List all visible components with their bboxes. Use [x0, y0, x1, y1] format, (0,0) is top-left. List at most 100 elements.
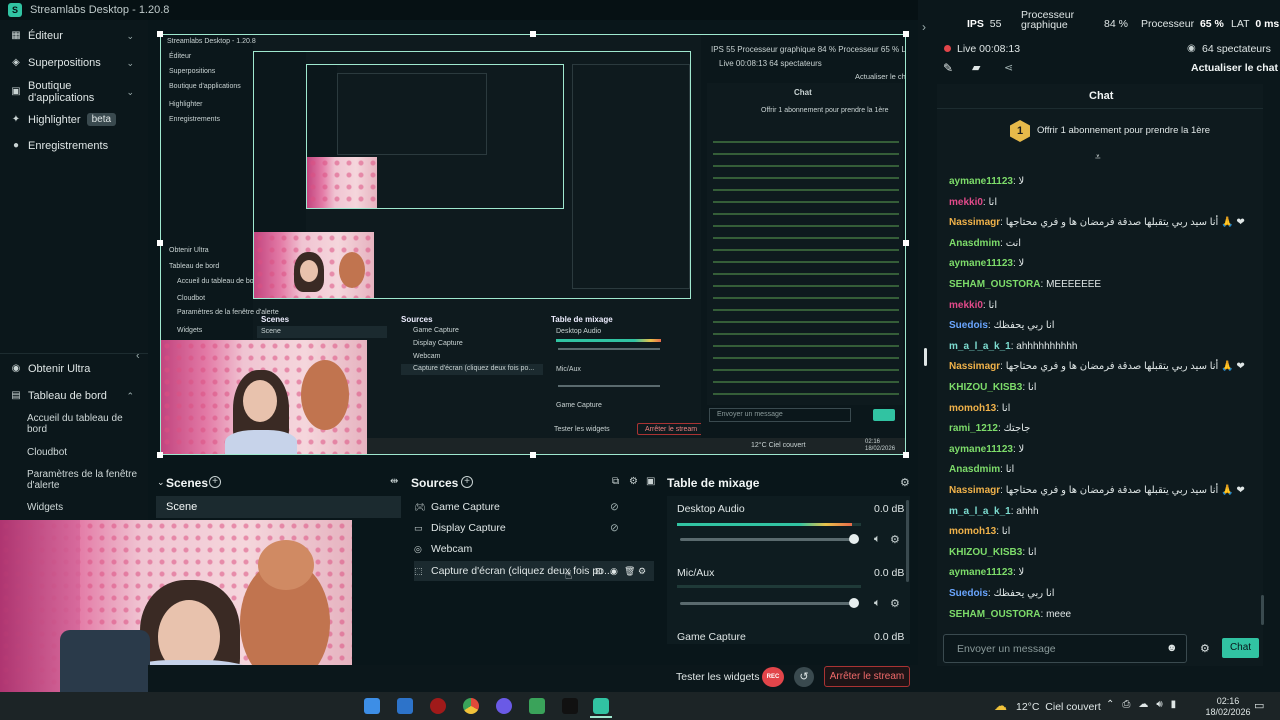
- chat-username[interactable]: SEHAM_OUSTORA: [949, 609, 1041, 620]
- add-scene-icon[interactable]: +: [209, 476, 221, 488]
- chat-username[interactable]: Nassimagr: [949, 485, 1000, 496]
- chat-username[interactable]: Anasdmim: [949, 238, 1000, 249]
- chat-username[interactable]: m_a_l_a_k_1: [949, 341, 1011, 352]
- hidden-eye-icon[interactable]: ⊘: [610, 522, 619, 534]
- share-icon[interactable]: ⋖: [1004, 61, 1013, 74]
- record-button[interactable]: REC: [762, 667, 784, 687]
- scene-item[interactable]: Scene: [156, 496, 401, 518]
- outlook-icon[interactable]: [397, 698, 413, 714]
- source-item-screen-capture[interactable]: ⬚ Capture d'écran (cliquez deux fois po.…: [414, 561, 654, 581]
- resize-handle[interactable]: [157, 31, 163, 37]
- chat-username[interactable]: momoh13: [949, 403, 996, 414]
- resize-handle[interactable]: [157, 452, 163, 458]
- chat-username[interactable]: aymane11123: [949, 258, 1013, 269]
- chat-username[interactable]: m_a_l_a_k_1: [949, 506, 1011, 517]
- chrome-icon[interactable]: [463, 698, 479, 714]
- start-icon[interactable]: [364, 698, 380, 714]
- chat-settings-icon[interactable]: ⚙: [1200, 642, 1210, 655]
- edit-icon[interactable]: ✎: [943, 61, 953, 75]
- nested-text: Desktop Audio: [556, 328, 602, 335]
- trash-icon[interactable]: 🗑︎: [624, 566, 635, 577]
- source-item-display-capture[interactable]: ▭ Display Capture ⊘: [414, 518, 654, 538]
- mixer-scrollbar[interactable]: [906, 500, 909, 582]
- resize-handle[interactable]: [903, 240, 909, 246]
- tiktok-icon[interactable]: [562, 698, 578, 714]
- stream-preview[interactable]: Streamlabs Desktop - 1.20.8 Éditeur Supe…: [160, 34, 906, 455]
- chat-username[interactable]: Anasdmim: [949, 464, 1000, 475]
- emoji-icon[interactable]: ☻: [1166, 642, 1178, 654]
- chat-username[interactable]: SEHAM_OUSTORA: [949, 279, 1041, 290]
- chat-username[interactable]: momoh13: [949, 526, 996, 537]
- resize-handle[interactable]: [903, 452, 909, 458]
- sidebar-item-overlays[interactable]: ◈ Superpositions ⌄: [10, 57, 134, 69]
- panel-resize-grip[interactable]: [924, 348, 927, 366]
- source-folder-icon[interactable]: ▣: [646, 476, 655, 487]
- resize-handle[interactable]: [157, 240, 163, 246]
- resize-handle[interactable]: [903, 31, 909, 37]
- sidebar-item-ultra[interactable]: ◉ Obtenir Ultra: [10, 363, 134, 375]
- sidebar-sub-widgets[interactable]: Widgets: [27, 502, 143, 513]
- source-item-webcam[interactable]: ◎ Webcam: [414, 539, 654, 559]
- eye-icon: ◉: [1187, 43, 1196, 54]
- gear-icon[interactable]: ⚙: [890, 597, 900, 610]
- sidebar-item-dashboard[interactable]: ▤ Tableau de bord ⌃: [10, 390, 134, 402]
- source-group-icon[interactable]: ⧉: [612, 476, 619, 487]
- chat-username[interactable]: Nassimagr: [949, 361, 1000, 372]
- volume-slider[interactable]: [680, 598, 860, 608]
- volume-slider[interactable]: [680, 534, 860, 544]
- gear-icon[interactable]: ⚙: [890, 533, 900, 546]
- sidebar-item-editor[interactable]: ▦ Éditeur ⌄: [10, 30, 134, 42]
- sidebar-item-highlighter[interactable]: ✦ Highlighter beta: [10, 113, 134, 126]
- resize-handle[interactable]: [530, 452, 536, 458]
- add-source-icon[interactable]: +: [461, 476, 473, 488]
- mixer-channel-name: Desktop Audio: [677, 503, 745, 515]
- sidebar-sub-alert-settings[interactable]: Paramètres de la fenêtre d'alerte: [27, 469, 143, 491]
- scene-transitions-icon[interactable]: ⇹: [390, 476, 398, 487]
- chat-username[interactable]: aymane11123: [949, 176, 1013, 187]
- chat-message: aymane11123: لا: [949, 444, 1025, 455]
- lock-icon[interactable]: ⊡: [595, 566, 603, 577]
- chat-username[interactable]: KHIZOU_KISB3: [949, 382, 1022, 393]
- app-icon[interactable]: [529, 698, 545, 714]
- replay-buffer-icon[interactable]: ↺: [794, 667, 814, 687]
- refresh-chat-button[interactable]: Actualiser le chat: [1191, 62, 1278, 74]
- sidebar-item-recordings[interactable]: ● Enregistrements: [10, 140, 134, 152]
- collapse-scenes-icon[interactable]: ⌄: [157, 477, 165, 488]
- chat-scrollbar[interactable]: [1261, 595, 1264, 625]
- notification-icon[interactable]: ▭: [1254, 699, 1264, 712]
- chat-username[interactable]: Suedois: [949, 320, 988, 331]
- chat-username[interactable]: KHIZOU_KISB3: [949, 547, 1022, 558]
- tray-icons[interactable]: ⌃⎙☁🔊︎▮: [1106, 699, 1184, 710]
- app-icon[interactable]: [430, 698, 446, 714]
- discord-icon[interactable]: [496, 698, 512, 714]
- eye-icon[interactable]: ◉: [610, 566, 618, 577]
- source-item-game-capture[interactable]: 🎮︎ Game Capture ⊘: [414, 497, 654, 517]
- gear-icon[interactable]: ⚙: [638, 566, 646, 577]
- weather-text[interactable]: 12°C Ciel couvert: [1016, 701, 1101, 713]
- nested-text: Scenes: [261, 315, 290, 324]
- chat-username[interactable]: mekki0: [949, 197, 983, 208]
- chat-username[interactable]: mekki0: [949, 300, 983, 311]
- speaker-icon[interactable]: 🔈︎: [874, 533, 881, 546]
- source-settings-icon[interactable]: ⚙: [629, 476, 638, 487]
- folder-icon[interactable]: ▰: [972, 61, 980, 74]
- send-chat-button[interactable]: Chat: [1222, 638, 1259, 658]
- chat-username[interactable]: aymane11123: [949, 567, 1013, 578]
- sidebar-sub-cloudbot[interactable]: Cloudbot: [27, 447, 143, 458]
- expand-panel-icon[interactable]: ›: [922, 20, 926, 34]
- stop-stream-button[interactable]: Arrêter le stream: [824, 666, 910, 687]
- scroll-down-icon[interactable]: ⩡: [1095, 152, 1101, 163]
- chat-username[interactable]: rami_1212: [949, 423, 998, 434]
- chat-username[interactable]: aymane11123: [949, 444, 1013, 455]
- hidden-eye-icon[interactable]: ⊘: [610, 501, 619, 513]
- chat-username[interactable]: Suedois: [949, 588, 988, 599]
- gift-offer-text[interactable]: Offrir 1 abonnement pour prendre la 1ère: [1037, 125, 1210, 136]
- sidebar-item-app-store[interactable]: ▣ Boutique d'applications ⌄: [10, 80, 134, 104]
- sidebar-sub-dashboard-home[interactable]: Accueil du tableau de bord: [27, 413, 143, 435]
- speaker-icon[interactable]: 🔈︎: [874, 597, 881, 610]
- chat-username[interactable]: Nassimagr: [949, 217, 1000, 228]
- resize-handle[interactable]: [530, 31, 536, 37]
- streamlabs-taskbar-icon[interactable]: [591, 696, 611, 716]
- collapse-sidebar-icon[interactable]: ‹: [136, 350, 140, 362]
- mixer-settings-icon[interactable]: ⚙: [900, 476, 910, 489]
